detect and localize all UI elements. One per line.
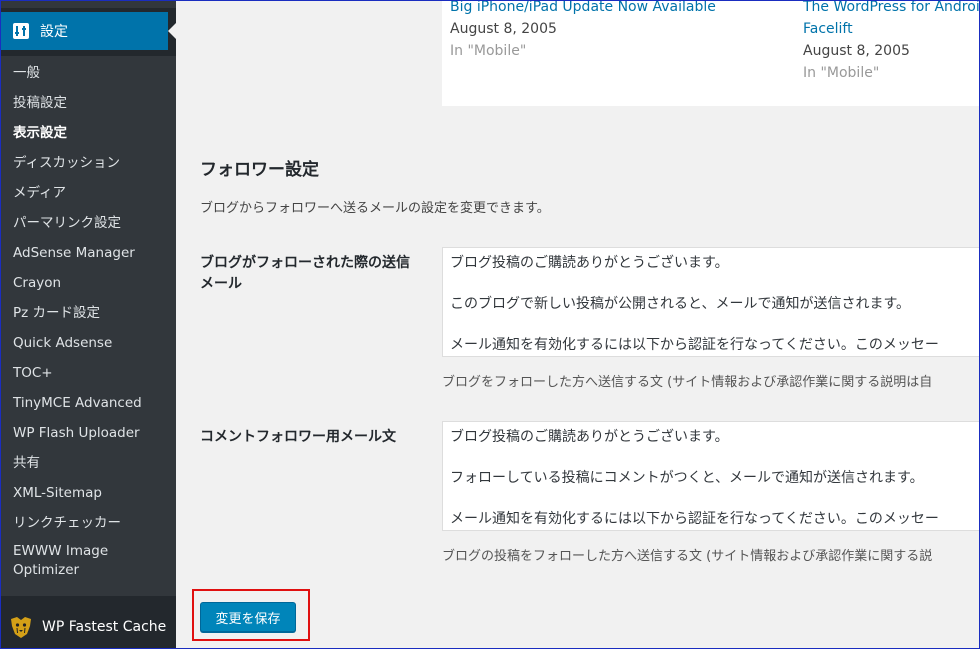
textarea-line: メール通知を有効化するには以下から認証を行なってください。このメッセー	[450, 337, 939, 353]
menu-wp-fastest-cache-label: WP Fastest Cache	[42, 618, 167, 635]
preview-post-2-category: In "Mobile"	[803, 65, 880, 81]
preview-post-1-date: August 8, 2005	[450, 21, 557, 37]
submenu-item-ewww[interactable]: EWWW Image Optimizer	[0, 538, 176, 582]
submenu-item-general[interactable]: 一般	[0, 58, 176, 88]
submenu-item-crayon[interactable]: Crayon	[0, 268, 176, 298]
blog-follow-email-textarea[interactable]: ブログ投稿のご購読ありがとうございます。 このブログで新しい投稿が公開されると、…	[442, 247, 980, 357]
current-menu-arrow	[168, 23, 176, 39]
save-changes-button[interactable]: 変更を保存	[200, 602, 296, 632]
submenu-item-writing[interactable]: 投稿設定	[0, 88, 176, 118]
textarea-line: メール通知を有効化するには以下から認証を行なってください。このメッセー	[450, 511, 939, 527]
submenu-item-media[interactable]: メディア	[0, 178, 176, 208]
follower-settings-description: ブログからフォロワーへ送るメールの設定を変更できます。	[200, 201, 550, 216]
settings-sliders-icon	[12, 22, 30, 40]
menu-settings-label: 設定	[40, 24, 68, 40]
submenu-item-reading[interactable]: 表示設定	[0, 118, 176, 148]
related-posts-preview: Big iPhone/iPad Update Now Available Aug…	[442, 0, 980, 106]
submenu-item-link-checker[interactable]: リンクチェッカー	[0, 508, 176, 538]
menu-wp-fastest-cache[interactable]: WP Fastest Cache	[0, 604, 176, 649]
comment-follow-email-help: ブログの投稿をフォローした方へ送信する文 (サイト情報および承認作業に関する説	[442, 549, 933, 564]
settings-submenu: 一般 投稿設定 表示設定 ディスカッション メディア パーマリンク設定 AdSe…	[0, 56, 176, 596]
submenu-item-xml-sitemap[interactable]: XML-Sitemap	[0, 478, 176, 508]
admin-sidebar: 設定 一般 投稿設定 表示設定 ディスカッション メディア パーマリンク設定 A…	[0, 0, 176, 649]
preview-post-1-title[interactable]: Big iPhone/iPad Update Now Available	[450, 0, 716, 18]
submenu-item-adsense-manager[interactable]: AdSense Manager	[0, 238, 176, 268]
submenu-item-permalinks[interactable]: パーマリンク設定	[0, 208, 176, 238]
blog-follow-email-help: ブログをフォローした方へ送信する文 (サイト情報および承認作業に関する説明は自	[442, 375, 933, 390]
menu-settings[interactable]: 設定	[0, 12, 176, 50]
preview-post-1-category: In "Mobile"	[450, 43, 527, 59]
cheetah-icon	[8, 614, 34, 640]
comment-follow-email-label: コメントフォロワー用メール文	[200, 429, 396, 445]
textarea-line: フォローしている投稿にコメントがつくと、メールで通知が送信されます。	[450, 470, 924, 486]
preview-post-2-date: August 8, 2005	[803, 43, 910, 59]
submenu-item-tinymce[interactable]: TinyMCE Advanced	[0, 388, 176, 418]
preview-post-2-title-line2[interactable]: Facelift	[803, 18, 980, 40]
submenu-item-wp-flash-uploader[interactable]: WP Flash Uploader	[0, 418, 176, 448]
comment-follow-email-textarea[interactable]: ブログ投稿のご購読ありがとうございます。 フォローしている投稿にコメントがつくと…	[442, 421, 980, 531]
textarea-line: ブログ投稿のご購読ありがとうございます。	[450, 429, 729, 445]
preview-post-1: Big iPhone/iPad Update Now Available Aug…	[450, 0, 716, 62]
submenu-item-discussion[interactable]: ディスカッション	[0, 148, 176, 178]
preview-post-2: The WordPress for Androi Facelift August…	[803, 0, 980, 84]
textarea-line: このブログで新しい投稿が公開されると、メールで通知が送信されます。	[450, 296, 911, 312]
follower-settings-title: フォロワー設定	[200, 160, 319, 180]
textarea-line: ブログ投稿のご購読ありがとうございます。	[450, 255, 729, 271]
main-content: Big iPhone/iPad Update Now Available Aug…	[176, 0, 980, 649]
blog-follow-email-label: ブログがフォローされた際の送信メール	[200, 255, 410, 292]
sidebar-top-strip	[0, 0, 176, 8]
submenu-item-toc[interactable]: TOC+	[0, 358, 176, 388]
preview-post-2-title-line1[interactable]: The WordPress for Androi	[803, 0, 980, 18]
submenu-item-pz-card[interactable]: Pz カード設定	[0, 298, 176, 328]
submenu-item-quick-adsense[interactable]: Quick Adsense	[0, 328, 176, 358]
submenu-item-sharing[interactable]: 共有	[0, 448, 176, 478]
